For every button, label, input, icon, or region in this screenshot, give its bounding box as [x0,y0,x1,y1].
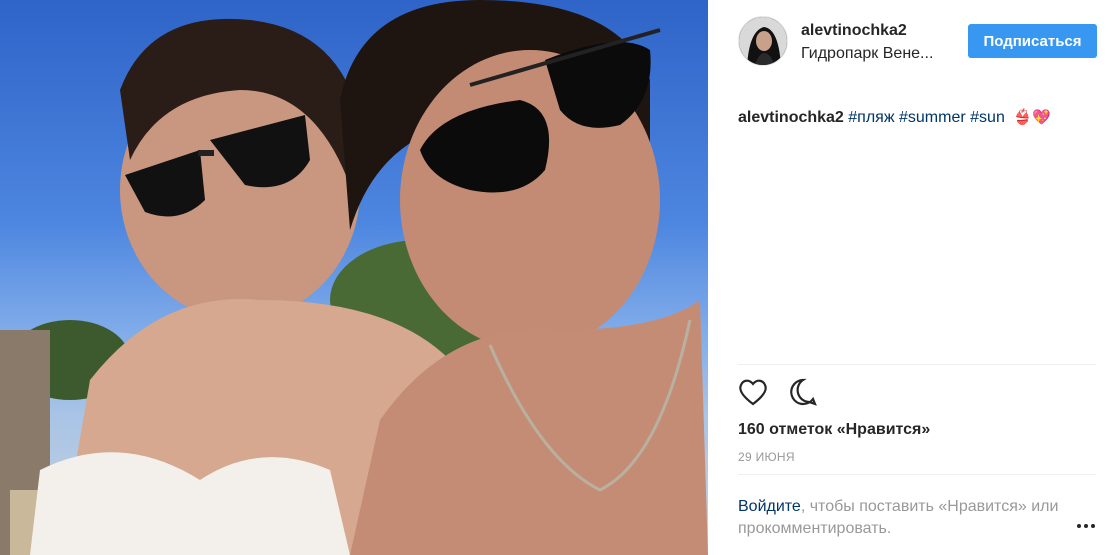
login-link[interactable]: Войдите [738,498,801,515]
more-options-icon[interactable] [1074,521,1098,531]
post-header: alevtinochka2 Гидропарк Вене... Подписат… [738,16,1098,66]
post-location[interactable]: Гидропарк Вене... [801,45,933,63]
post-photo[interactable] [0,0,708,555]
divider [738,364,1096,365]
divider [738,474,1096,475]
hashtag-summer[interactable]: #summer [899,109,966,126]
login-prompt: Войдите, чтобы поставить «Нравится» или … [738,496,1068,540]
comment-icon[interactable] [788,377,818,407]
post-actions [738,377,818,407]
avatar[interactable] [738,16,788,66]
hashtag-beach[interactable]: #пляж [848,109,894,126]
caption-username[interactable]: alevtinochka2 [738,109,844,126]
post-sidebar: alevtinochka2 Гидропарк Вене... Подписат… [708,0,1111,555]
heart-icon[interactable] [738,377,768,407]
follow-button[interactable]: Подписаться [968,24,1097,58]
post-username[interactable]: alevtinochka2 [801,22,907,40]
photo-illustration [0,0,708,555]
likes-count[interactable]: 160 отметок «Нравится» [738,421,930,439]
post-date: 29 ИЮНЯ [738,450,795,464]
hashtag-sun[interactable]: #sun [970,109,1005,126]
caption-emoji: 👙💖 [1013,108,1051,126]
post-caption: alevtinochka2 #пляж #summer #sun 👙💖 [738,108,1051,127]
avatar-image [739,17,787,65]
